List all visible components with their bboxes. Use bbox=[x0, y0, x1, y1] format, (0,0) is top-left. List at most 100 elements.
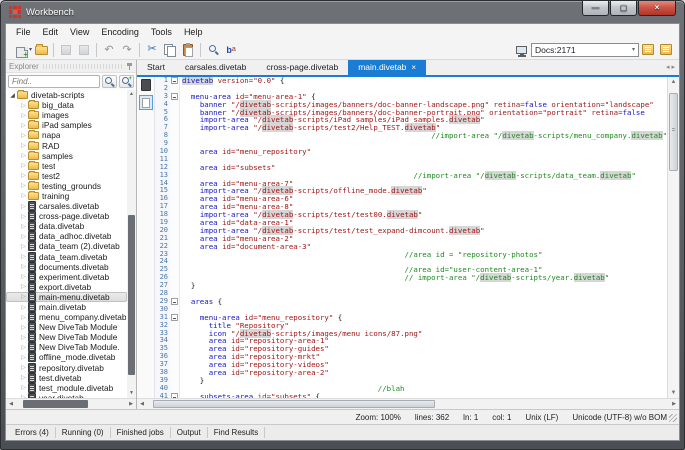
close-button[interactable]: × bbox=[638, 1, 676, 16]
expand-icon[interactable]: ▷ bbox=[19, 253, 28, 260]
save-all-button[interactable] bbox=[75, 42, 93, 58]
tree-item-rad[interactable]: ▷ RAD bbox=[6, 140, 127, 151]
tree-item-carsales-divetab[interactable]: ▷ carsales.divetab bbox=[6, 201, 127, 212]
expand-icon[interactable]: ▷ bbox=[19, 374, 28, 381]
code-line[interactable]: 28 bbox=[155, 289, 667, 298]
tree-item-main-divetab[interactable]: ▷ main.divetab bbox=[6, 302, 127, 313]
tree-item-menu-company-divetab[interactable]: ▷ menu_company.divetab bbox=[6, 312, 127, 323]
explorer-horizontal-scrollbar[interactable]: ◀ ▶ bbox=[6, 398, 136, 409]
docs-combobox[interactable]: Docs:2171 ▾ bbox=[531, 42, 639, 57]
code-line[interactable]: 10 area id="menu_repository" bbox=[155, 147, 667, 156]
code-line[interactable]: 1 divetab version="0.0" { bbox=[155, 77, 667, 85]
open-doc-icon[interactable] bbox=[657, 42, 675, 58]
open-folder-button[interactable] bbox=[32, 42, 50, 58]
tab-main-divetab[interactable]: main.divetab × bbox=[348, 60, 427, 75]
explorer-header[interactable]: Explorer bbox=[6, 60, 136, 73]
expand-icon[interactable]: ▷ bbox=[19, 203, 28, 210]
tree-item-main-menu-divetab[interactable]: ▷ main-menu.divetab bbox=[6, 291, 127, 302]
tree-item-test2[interactable]: ▷ test2 bbox=[6, 170, 127, 181]
code-line[interactable]: 27 } bbox=[155, 281, 667, 291]
menu-item-encoding[interactable]: Encoding bbox=[95, 26, 145, 38]
save-button[interactable] bbox=[57, 42, 75, 58]
expand-icon[interactable]: ▷ bbox=[19, 172, 28, 179]
collapse-icon[interactable]: ◢ bbox=[8, 92, 17, 99]
expand-icon[interactable]: ▷ bbox=[19, 213, 28, 220]
tree-item-divetab-scripts[interactable]: ◢ divetab-scripts bbox=[6, 90, 127, 100]
find-button[interactable] bbox=[102, 75, 117, 88]
expand-icon[interactable]: ▷ bbox=[19, 334, 28, 341]
new-file-button[interactable]: + bbox=[10, 42, 28, 58]
expand-icon[interactable]: ▷ bbox=[19, 182, 28, 189]
maximize-button[interactable]: ▢ bbox=[610, 1, 637, 16]
fold-collapse-icon[interactable] bbox=[171, 77, 178, 85]
explorer-vertical-scrollbar[interactable]: ▲ ▼ bbox=[127, 90, 136, 398]
undo-button[interactable]: ↶ bbox=[100, 42, 118, 58]
expand-icon[interactable]: ▷ bbox=[19, 243, 28, 250]
expand-icon[interactable]: ▷ bbox=[19, 324, 28, 331]
tree-item-ipad-samples[interactable]: ▷ iPad samples bbox=[6, 120, 127, 130]
cut-button[interactable]: ✂ bbox=[143, 42, 161, 58]
tab-close-icon[interactable]: × bbox=[411, 63, 416, 72]
document-icon[interactable] bbox=[140, 79, 151, 91]
menu-item-tools[interactable]: Tools bbox=[145, 26, 178, 38]
scroll-right-icon[interactable]: ▶ bbox=[669, 399, 679, 409]
tree-item-big-data[interactable]: ▷ big_data bbox=[6, 100, 127, 110]
expand-icon[interactable]: ▷ bbox=[19, 293, 28, 300]
scroll-up-icon[interactable]: ▲ bbox=[129, 90, 134, 99]
expand-icon[interactable]: ▷ bbox=[19, 354, 28, 361]
expand-icon[interactable]: ▷ bbox=[19, 142, 28, 149]
tree-item-repository-divetab[interactable]: ▷ repository.divetab bbox=[6, 362, 127, 373]
tree-item-data-team-2-divetab[interactable]: ▷ data_team (2).divetab bbox=[6, 241, 127, 252]
expand-icon[interactable]: ▷ bbox=[19, 263, 28, 270]
search-button[interactable] bbox=[204, 42, 222, 58]
upload-doc-icon[interactable] bbox=[639, 42, 657, 58]
scroll-up-icon[interactable]: ▲ bbox=[671, 77, 677, 87]
expand-icon[interactable]: ▷ bbox=[19, 132, 28, 139]
copy-button[interactable] bbox=[161, 42, 179, 58]
tree-item-offline-mode-divetab[interactable]: ▷ offline_mode.divetab bbox=[6, 352, 127, 363]
panel-tab-find-results[interactable]: Find Results bbox=[208, 427, 266, 438]
tree-item-training[interactable]: ▷ training bbox=[6, 190, 127, 201]
tree-item-testing-grounds[interactable]: ▷ testing_grounds bbox=[6, 180, 127, 191]
expand-icon[interactable]: ▷ bbox=[19, 152, 28, 159]
fold-collapse-icon[interactable] bbox=[171, 93, 178, 101]
tree-item-test-module-divetab[interactable]: ▷ test_module.divetab bbox=[6, 382, 127, 393]
scroll-right-icon[interactable]: ▶ bbox=[126, 399, 136, 409]
code-line[interactable]: 38 area id="repository-area-2" bbox=[155, 368, 667, 377]
tree-item-images[interactable]: ▷ images bbox=[6, 110, 127, 120]
tab-carsales-divetab[interactable]: carsales.divetab bbox=[175, 60, 256, 75]
tab-cross-page-divetab[interactable]: cross-page.divetab bbox=[256, 60, 348, 75]
menu-item-edit[interactable]: Edit bbox=[37, 26, 65, 38]
redo-button[interactable]: ↷ bbox=[118, 42, 136, 58]
tree-item-new-divetab-module[interactable]: ▷ New DiveTab Module bbox=[6, 322, 127, 333]
tree-item-new-divetab-module[interactable]: ▷ New DiveTab Module bbox=[6, 332, 127, 343]
tree-item-new-divetab-module[interactable]: ▷ New DiveTab Module. bbox=[6, 342, 127, 353]
expand-icon[interactable]: ▷ bbox=[19, 223, 28, 230]
code-line[interactable]: 29 areas { bbox=[155, 297, 667, 306]
tree-item-napa[interactable]: ▷ napa bbox=[6, 130, 127, 140]
fold-collapse-icon[interactable] bbox=[171, 314, 178, 322]
menu-item-view[interactable]: View bbox=[64, 26, 95, 38]
expand-icon[interactable]: ▷ bbox=[19, 304, 28, 311]
expand-icon[interactable]: ▷ bbox=[19, 283, 28, 290]
menu-item-file[interactable]: File bbox=[10, 26, 37, 38]
panel-drag-handle[interactable] bbox=[42, 63, 122, 69]
expand-icon[interactable]: ▷ bbox=[19, 112, 28, 119]
tree-item-test[interactable]: ▷ test bbox=[6, 160, 127, 171]
menu-item-help[interactable]: Help bbox=[178, 26, 209, 38]
code-line[interactable]: 26 // import-area "/divetab-scripts/year… bbox=[155, 273, 667, 283]
tree-item-data-adhoc-divetab[interactable]: ▷ data_adhoc.divetab bbox=[6, 231, 127, 242]
tree-item-cross-page-divetab[interactable]: ▷ cross-page.divetab bbox=[6, 211, 127, 222]
find-advanced-button[interactable]: + bbox=[119, 75, 134, 88]
title-bar[interactable]: Workbench — ▢ × bbox=[1, 1, 684, 23]
expand-icon[interactable]: ▷ bbox=[19, 233, 28, 240]
tree-item-data-divetab[interactable]: ▷ data.divetab bbox=[6, 221, 127, 232]
tree-item-data-team-divetab[interactable]: ▷ data_team.divetab bbox=[6, 251, 127, 262]
panel-tab-errors-4[interactable]: Errors (4) bbox=[9, 427, 56, 438]
find-input[interactable] bbox=[8, 75, 100, 88]
combobox-arrow-icon[interactable]: ▾ bbox=[632, 46, 635, 53]
fold-collapse-icon[interactable] bbox=[171, 298, 178, 306]
panel-tab-output[interactable]: Output bbox=[171, 427, 208, 438]
minimize-button[interactable]: — bbox=[582, 1, 609, 16]
scroll-down-icon[interactable]: ▼ bbox=[671, 388, 677, 398]
